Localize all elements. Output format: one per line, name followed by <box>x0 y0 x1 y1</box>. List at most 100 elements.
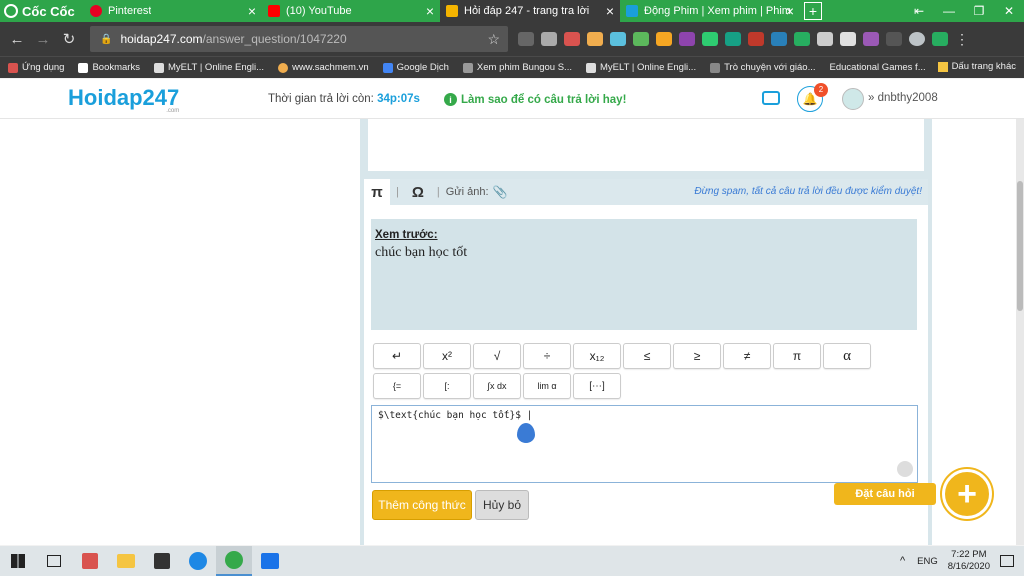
site-logo[interactable]: Hoidap247 .com <box>68 85 180 114</box>
chevron-up-icon[interactable]: ^ <box>900 555 905 567</box>
extension-icon[interactable] <box>610 32 626 46</box>
extension-icon[interactable] <box>587 32 603 46</box>
scrollbar-thumb[interactable] <box>1017 181 1023 311</box>
bookmark-item[interactable]: Trò chuyện với giáo... <box>710 62 816 73</box>
bookmark-item[interactable]: Xem phim Bungou S... <box>462 62 572 73</box>
extension-icon[interactable] <box>633 32 649 46</box>
ask-question-label[interactable]: Đặt câu hỏi <box>834 483 936 505</box>
info-icon: i <box>444 93 457 106</box>
tab-dongphim[interactable]: Động Phim | Xem phim | Phim × <box>620 0 800 22</box>
alpha-button[interactable]: α <box>823 343 871 369</box>
pi-button[interactable]: π <box>773 343 821 369</box>
clock[interactable]: 7:22 PM 8/16/2020 <box>948 549 990 573</box>
close-tab-icon[interactable]: × <box>786 3 794 19</box>
coccoc-logo[interactable]: Cốc Cốc <box>0 0 84 22</box>
neq-button[interactable]: ≠ <box>723 343 771 369</box>
tab-hoidap247[interactable]: Hỏi đáp 247 - trang tra lời × <box>440 0 620 22</box>
matrix-button[interactable]: [⋯] <box>573 373 621 399</box>
bookmark-item[interactable]: Google Dịch <box>382 62 449 73</box>
bookmark-apps[interactable]: Ứng dụng <box>8 62 64 73</box>
extension-icon[interactable] <box>817 32 833 46</box>
extension-icon[interactable] <box>748 32 764 46</box>
store-button[interactable] <box>144 546 180 576</box>
start-button[interactable] <box>0 546 36 576</box>
extension-icon[interactable] <box>794 32 810 46</box>
other-bookmarks[interactable]: Dấu trang khác <box>937 61 1016 72</box>
page-scrollbar[interactable] <box>1016 119 1024 545</box>
integral-button[interactable]: ∫x dx <box>473 373 521 399</box>
leq-button[interactable]: ≤ <box>623 343 671 369</box>
extension-icon[interactable] <box>564 32 580 46</box>
language-indicator[interactable]: ENG <box>917 556 938 567</box>
user-menu[interactable]: » dnbthy2008 <box>868 92 938 104</box>
edge-button[interactable] <box>180 546 216 576</box>
minimize-icon[interactable]: — <box>934 0 964 22</box>
new-tab-button[interactable]: + <box>804 2 822 20</box>
bookmark-star-icon[interactable]: ☆ <box>487 31 500 48</box>
bookmark-item[interactable]: Bookmarks <box>78 62 140 73</box>
forward-icon[interactable]: → <box>30 31 56 48</box>
extension-icon[interactable] <box>679 32 695 46</box>
bookmark-item[interactable]: Educational Games f... <box>830 62 926 73</box>
avatar[interactable] <box>842 88 864 110</box>
notification-bell[interactable]: 🔔 2 <box>797 83 828 112</box>
maximize-icon[interactable]: ❐ <box>964 0 994 22</box>
notification-center-icon[interactable] <box>1000 555 1014 567</box>
subscript-button[interactable]: x₁₂ <box>573 343 621 369</box>
root-button[interactable]: √ <box>473 343 521 369</box>
profile-icon[interactable] <box>909 32 925 46</box>
extension-icon[interactable] <box>863 32 879 46</box>
bookmark-label: MyELT | Online Engli... <box>599 62 697 73</box>
tab-menu-icon[interactable]: ⇤ <box>904 0 934 22</box>
tab-youtube[interactable]: (10) YouTube × <box>262 0 440 22</box>
limit-button[interactable]: lim α <box>523 373 571 399</box>
math-tab-button[interactable]: π <box>364 179 390 205</box>
extension-icon[interactable] <box>840 32 856 46</box>
bookmark-item[interactable]: MyELT | Online Engli... <box>585 62 697 73</box>
extension-icon[interactable] <box>518 32 534 46</box>
tab-pinterest[interactable]: Pinterest × <box>84 0 262 22</box>
bracket-button[interactable]: [: <box>423 373 471 399</box>
logo-text: Hoidap247 <box>68 85 180 110</box>
coccoc-taskbar-button[interactable] <box>216 546 252 576</box>
superscript-button[interactable]: x² <box>423 343 471 369</box>
download-icon[interactable] <box>541 32 557 46</box>
url-input[interactable]: 🔒 hoidap247.com /answer_question/1047220… <box>90 26 508 52</box>
back-icon[interactable]: ← <box>4 31 30 48</box>
reload-icon[interactable]: ↻ <box>56 30 82 48</box>
close-tab-icon[interactable]: × <box>248 3 256 19</box>
photos-button[interactable] <box>252 546 288 576</box>
cancel-button[interactable]: Hủy bỏ <box>475 490 529 520</box>
extension-icon[interactable] <box>702 32 718 46</box>
newline-button[interactable]: ↵ <box>373 343 421 369</box>
fraction-button[interactable]: ÷ <box>523 343 571 369</box>
taskbar-app[interactable] <box>72 546 108 576</box>
file-explorer-button[interactable] <box>108 546 144 576</box>
symbols-tab-button[interactable]: Ω <box>405 179 431 205</box>
extension-icon[interactable] <box>656 32 672 46</box>
geq-button[interactable]: ≥ <box>673 343 721 369</box>
close-window-icon[interactable]: ✕ <box>994 0 1024 22</box>
ask-question-button[interactable]: + <box>942 469 992 519</box>
resize-handle[interactable] <box>897 461 913 477</box>
extension-icon[interactable] <box>771 32 787 46</box>
task-view-button[interactable] <box>36 546 72 576</box>
bookmark-item[interactable]: MyELT | Online Engli... <box>153 62 265 73</box>
extension-icon[interactable] <box>886 32 902 46</box>
add-formula-button[interactable]: Thêm công thức <box>372 490 472 520</box>
latex-input[interactable]: $\text{chúc bạn học tốt}$ | <box>371 405 918 483</box>
download-arrow-icon[interactable] <box>932 32 948 46</box>
bookmark-label: MyELT | Online Engli... <box>167 62 265 73</box>
paperclip-icon[interactable]: 📎 <box>493 185 508 199</box>
close-tab-icon[interactable]: × <box>426 3 434 19</box>
chat-icon[interactable] <box>762 91 780 105</box>
preview-title: Xem trước: <box>375 229 438 241</box>
timer-value: 34p:07s <box>377 93 420 105</box>
extension-icon[interactable] <box>725 32 741 46</box>
howto-link[interactable]: i Làm sao để có câu trả lời hay! <box>444 93 626 106</box>
system-equations-button[interactable]: {= <box>373 373 421 399</box>
cursor-handle-icon[interactable] <box>517 423 535 443</box>
close-tab-icon[interactable]: × <box>606 3 614 19</box>
bookmark-item[interactable]: www.sachmem.vn <box>278 62 369 73</box>
menu-icon[interactable]: ⋮ <box>955 32 971 46</box>
